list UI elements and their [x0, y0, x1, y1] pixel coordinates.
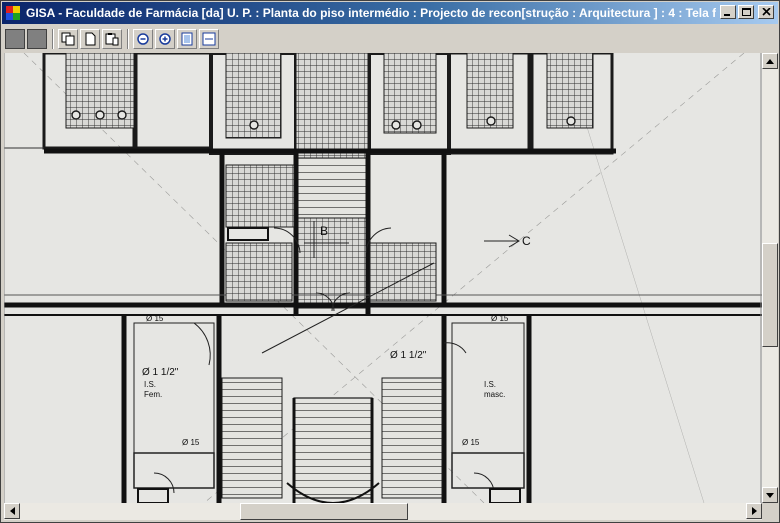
arrow-down-icon — [766, 492, 774, 498]
zoom-in-icon — [159, 33, 171, 45]
maximize-button[interactable] — [738, 5, 754, 19]
horizontal-scrollbar[interactable] — [4, 503, 762, 520]
caption-buttons — [720, 5, 774, 19]
fit-width-button[interactable] — [199, 29, 219, 49]
scroll-down-button[interactable] — [762, 487, 778, 503]
dim-right-is: I.S. — [484, 380, 496, 389]
fit-page-button[interactable] — [177, 29, 197, 49]
minimize-icon — [724, 14, 730, 16]
arrow-left-icon — [9, 507, 15, 515]
dim-left-fem: Fem. — [144, 390, 162, 399]
arrow-right-icon — [751, 507, 757, 515]
vertical-scroll-thumb[interactable] — [762, 243, 778, 347]
zoom-out-button[interactable] — [133, 29, 153, 49]
app-window: GISA - Faculdade de Farmácia [da] U. P. … — [0, 0, 780, 523]
arrow-up-icon — [766, 58, 774, 64]
maximize-icon — [741, 7, 751, 16]
scroll-up-button[interactable] — [762, 53, 778, 69]
horizontal-scroll-thumb[interactable] — [240, 503, 408, 520]
section-b-label: B — [320, 224, 328, 238]
dim-center: Ø 1 1/2" — [390, 350, 427, 361]
zoom-in-button[interactable] — [155, 29, 175, 49]
page-button[interactable] — [80, 29, 100, 49]
vertical-scrollbar[interactable] — [762, 53, 778, 503]
section-c-label: C — [522, 234, 531, 248]
window-title: GISA - Faculdade de Farmácia [da] U. P. … — [26, 6, 716, 20]
paste-icon — [105, 33, 119, 46]
toolbar — [2, 25, 778, 53]
toolbar-button-1[interactable] — [5, 29, 25, 49]
app-icon — [6, 6, 20, 20]
dim-left-bottom: Ø 15 — [182, 438, 200, 447]
paste-button[interactable] — [102, 29, 122, 49]
fit-width-icon — [202, 32, 216, 46]
scroll-right-button[interactable] — [746, 503, 762, 519]
close-icon — [761, 8, 771, 16]
size-grip[interactable] — [762, 503, 778, 520]
drawing-viewport[interactable]: B C Ø 15 Ø 1 1/2" I.S. Fem. Ø 15 Ø 15 Ø … — [4, 53, 762, 503]
close-button[interactable] — [758, 5, 774, 19]
page-icon — [85, 32, 96, 46]
dim-right-top: Ø 15 — [491, 314, 509, 323]
copy-button[interactable] — [58, 29, 78, 49]
dim-left-top: Ø 15 — [146, 314, 164, 323]
toolbar-separator — [127, 29, 129, 49]
dim-left-is: I.S. — [144, 380, 156, 389]
floor-plan-image: B C Ø 15 Ø 1 1/2" I.S. Fem. Ø 15 Ø 15 Ø … — [4, 53, 762, 503]
copy-icon — [61, 32, 75, 46]
dim-left-mid: Ø 1 1/2" — [142, 367, 179, 378]
dim-right-masc: masc. — [484, 390, 505, 399]
fit-page-icon — [181, 32, 193, 46]
dim-right-bottom: Ø 15 — [462, 438, 480, 447]
zoom-out-icon — [137, 33, 149, 45]
toolbar-separator — [52, 29, 54, 49]
scroll-left-button[interactable] — [4, 503, 20, 519]
minimize-button[interactable] — [720, 5, 736, 19]
toolbar-button-2[interactable] — [27, 29, 47, 49]
title-bar[interactable]: GISA - Faculdade de Farmácia [da] U. P. … — [2, 2, 778, 24]
